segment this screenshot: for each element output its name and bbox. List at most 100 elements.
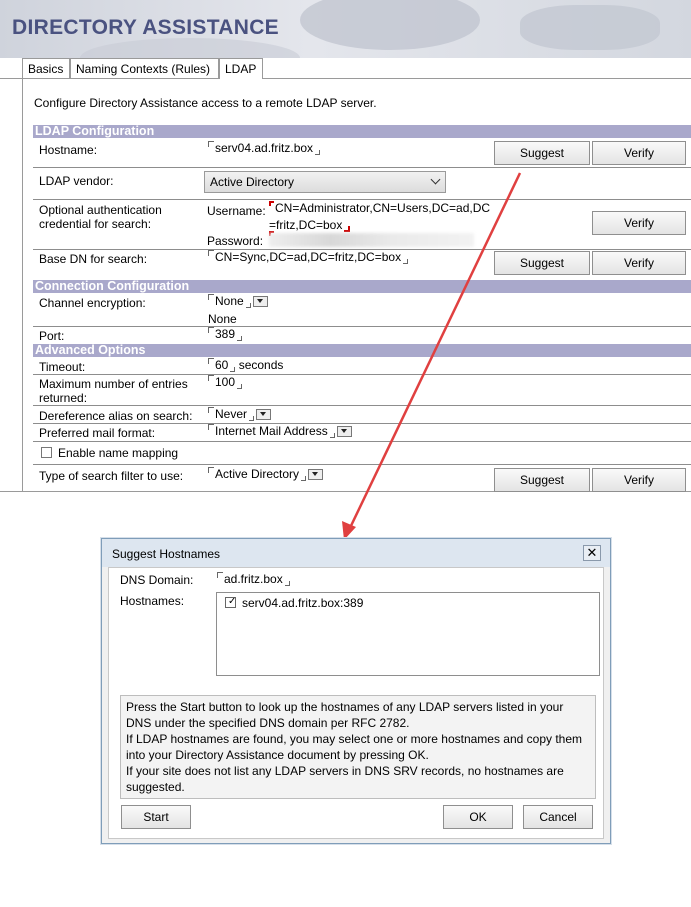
field-end-mark xyxy=(230,367,236,372)
credential-verify-button[interactable]: Verify xyxy=(592,211,686,235)
info-line: If LDAP hostnames are found, you may sel… xyxy=(126,732,583,746)
field-end-mark xyxy=(284,581,290,586)
info-line: If your site does not list any LDAP serv… xyxy=(126,764,564,778)
deref-value[interactable]: Never xyxy=(215,407,247,421)
basedn-field[interactable]: CN=Sync,DC=ad,DC=fritz,DC=box xyxy=(208,250,409,264)
section-advanced-options: Advanced Options xyxy=(33,344,691,357)
maxentries-field[interactable]: 100 xyxy=(208,375,243,389)
tab-naming-contexts[interactable]: Naming Contexts (Rules) xyxy=(70,58,219,78)
deref-field[interactable]: Never xyxy=(208,407,272,421)
hostnames-label: Hostnames: xyxy=(120,594,185,608)
header-banner: DIRECTORY ASSISTANCE xyxy=(0,0,691,58)
close-icon[interactable]: ✕ xyxy=(583,545,601,561)
row-divider xyxy=(33,441,691,442)
password-field[interactable] xyxy=(269,233,474,247)
mailformat-label: Preferred mail format: xyxy=(39,426,156,440)
dropdown-icon[interactable] xyxy=(336,426,352,438)
dropdown-icon[interactable] xyxy=(308,469,324,481)
dns-domain-field[interactable]: ad.fritz.box xyxy=(217,572,290,586)
row-divider xyxy=(33,167,691,168)
field-start-mark xyxy=(208,250,214,256)
mailformat-value[interactable]: Internet Mail Address xyxy=(215,424,328,438)
basedn-value[interactable]: CN=Sync,DC=ad,DC=fritz,DC=box xyxy=(215,250,401,264)
filter-verify-button[interactable]: Verify xyxy=(592,468,686,492)
timeout-value[interactable]: 60 xyxy=(215,358,228,372)
filter-suggest-button[interactable]: Suggest xyxy=(494,468,590,492)
basedn-verify-button[interactable]: Verify xyxy=(592,251,686,275)
channel-encryption-field[interactable]: None xyxy=(208,294,268,308)
username-field[interactable]: CN=Administrator,CN=Users,DC=ad,DC xyxy=(269,201,490,215)
channel-encryption-label: Channel encryption: xyxy=(39,296,146,310)
timeout-unit: seconds xyxy=(238,358,284,372)
field-start-mark xyxy=(208,407,214,413)
field-start-mark xyxy=(208,358,214,364)
username-value-line2[interactable]: =fritz,DC=box xyxy=(269,218,342,232)
hostnames-list[interactable]: ✓ serv04.ad.fritz.box:389 xyxy=(216,592,600,676)
tab-ldap[interactable]: LDAP xyxy=(219,58,263,79)
field-end-mark xyxy=(329,433,335,438)
hostname-field[interactable]: serv04.ad.fritz.box xyxy=(208,141,321,155)
row-divider xyxy=(33,326,691,327)
deref-label: Dereference alias on search: xyxy=(39,409,193,423)
dropdown-icon[interactable] xyxy=(256,409,272,421)
start-button[interactable]: Start xyxy=(121,805,191,829)
maxentries-value[interactable]: 100 xyxy=(215,375,235,389)
maxentries-label-line2: returned: xyxy=(39,391,88,405)
divider xyxy=(0,491,22,492)
channel-encryption-value[interactable]: None xyxy=(215,294,244,308)
chevron-down-icon xyxy=(430,174,441,185)
field-start-mark xyxy=(208,467,214,473)
hostname-value[interactable]: serv04.ad.fritz.box xyxy=(215,141,313,155)
name-mapping-checkbox[interactable] xyxy=(41,447,52,458)
field-end-mark xyxy=(237,384,243,389)
row-divider xyxy=(33,423,691,424)
dns-domain-label: DNS Domain: xyxy=(120,573,194,587)
hostname-list-item[interactable]: serv04.ad.fritz.box:389 xyxy=(242,596,363,610)
timeout-label: Timeout: xyxy=(39,360,86,374)
field-start-mark xyxy=(208,424,214,430)
vendor-value: Active Directory xyxy=(210,175,295,189)
auth-label-line1: Optional authentication xyxy=(39,203,162,217)
name-mapping-label: Enable name mapping xyxy=(58,446,179,460)
username-label: Username: xyxy=(207,204,266,218)
info-line: suggested. xyxy=(126,780,185,794)
row-divider xyxy=(33,464,691,465)
info-line: Press the Start button to look up the ho… xyxy=(126,700,564,714)
filter-value[interactable]: Active Directory xyxy=(215,467,299,481)
suggest-hostnames-dialog: Suggest Hostnames ✕ DNS Domain: ad.fritz… xyxy=(101,538,611,844)
vendor-select[interactable]: Active Directory xyxy=(204,171,446,193)
field-end-mark xyxy=(315,150,321,155)
info-text-box: Press the Start button to look up the ho… xyxy=(120,695,596,799)
mailformat-field[interactable]: Internet Mail Address xyxy=(208,424,352,438)
row-divider xyxy=(33,199,691,200)
dropdown-icon[interactable] xyxy=(252,296,268,308)
username-field-cont[interactable]: =fritz,DC=box xyxy=(269,218,351,232)
cancel-button[interactable]: Cancel xyxy=(523,805,593,829)
hostname-suggest-button[interactable]: Suggest xyxy=(494,141,590,165)
field-end-mark xyxy=(344,226,351,232)
port-value[interactable]: 389 xyxy=(215,327,235,341)
basedn-label: Base DN for search: xyxy=(39,252,148,266)
tab-basics[interactable]: Basics xyxy=(22,58,70,78)
channel-encryption-display: None xyxy=(208,312,237,326)
dns-domain-value[interactable]: ad.fritz.box xyxy=(224,572,283,586)
section-ldap-configuration: LDAP Configuration xyxy=(33,125,691,138)
hostname-label: Hostname: xyxy=(39,143,98,157)
timeout-field[interactable]: 60 seconds xyxy=(208,358,283,372)
field-end-mark xyxy=(237,336,243,341)
field-start-mark xyxy=(208,375,214,381)
username-value-line1[interactable]: CN=Administrator,CN=Users,DC=ad,DC xyxy=(275,201,490,215)
basedn-suggest-button[interactable]: Suggest xyxy=(494,251,590,275)
field-end-mark xyxy=(245,303,251,308)
field-end-mark xyxy=(301,476,307,481)
row-divider xyxy=(33,374,691,375)
dialog-title: Suggest Hostnames xyxy=(112,547,221,561)
hostname-verify-button[interactable]: Verify xyxy=(592,141,686,165)
filter-field[interactable]: Active Directory xyxy=(208,467,324,481)
ok-button[interactable]: OK xyxy=(443,805,513,829)
dialog-titlebar[interactable]: Suggest Hostnames ✕ xyxy=(102,539,610,567)
hostname-checkbox[interactable]: ✓ xyxy=(225,596,236,608)
port-field[interactable]: 389 xyxy=(208,327,243,341)
field-end-mark xyxy=(249,416,255,421)
auth-label-line2: credential for search: xyxy=(39,217,152,231)
